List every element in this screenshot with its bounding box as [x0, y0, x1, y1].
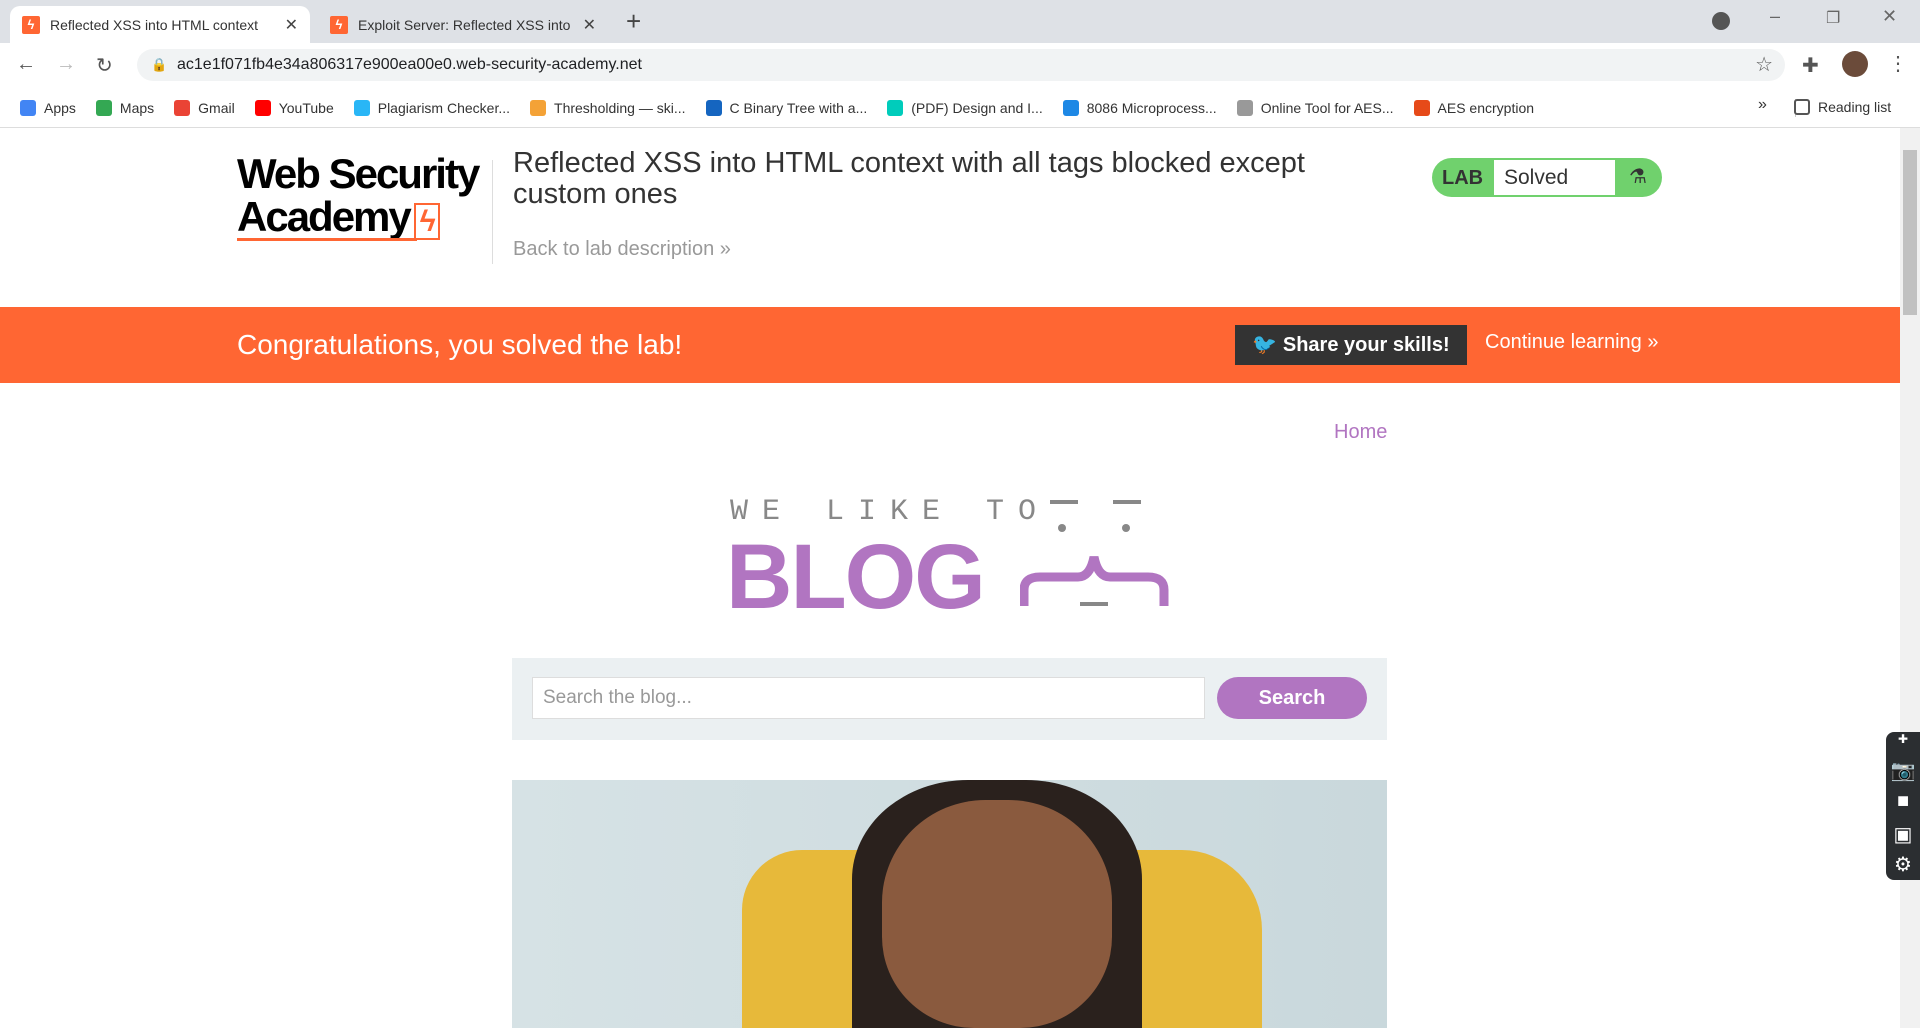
solved-banner: Congratulations, you solved the lab! 🐦 S…	[0, 307, 1900, 383]
bookmark-item[interactable]: Maps	[95, 99, 155, 116]
gear-icon[interactable]: ⚙	[1886, 852, 1920, 880]
tab-lab[interactable]: ϟ Reflected XSS into HTML context ✕	[10, 6, 310, 43]
blog-face-icon	[1020, 500, 1169, 606]
home-link[interactable]: Home	[1334, 421, 1387, 444]
lightning-icon: ϟ	[330, 15, 348, 34]
close-window-button[interactable]: ✕	[1882, 6, 1897, 27]
new-tab-button[interactable]: +	[626, 6, 641, 37]
search-input[interactable]	[532, 677, 1205, 719]
bookmark-item[interactable]: 8086 Microprocess...	[1062, 99, 1217, 116]
back-icon[interactable]: ←	[16, 53, 36, 76]
share-label: Share your skills!	[1282, 334, 1450, 356]
bookmark-item[interactable]: Online Tool for AES...	[1236, 99, 1394, 116]
menu-icon[interactable]: ⋮	[1888, 51, 1908, 76]
forward-icon[interactable]: →	[56, 53, 76, 76]
share-skills-button[interactable]: 🐦 Share your skills!	[1235, 325, 1467, 365]
video-icon[interactable]: ■	[1886, 790, 1920, 822]
back-to-lab-link[interactable]: Back to lab description »	[513, 238, 731, 261]
bookmark-label: 8086 Microprocess...	[1086, 99, 1217, 116]
pin-icon[interactable]: ✚	[1886, 732, 1920, 758]
restore-button[interactable]: ❐	[1826, 8, 1840, 28]
avatar[interactable]	[1842, 51, 1868, 77]
lab-title: Reflected XSS into HTML context with all…	[513, 147, 1305, 210]
bookmark-icon	[705, 99, 722, 116]
bookmark-icon	[353, 99, 370, 116]
continue-learning-link[interactable]: Continue learning »	[1485, 331, 1658, 354]
extensions-icon[interactable]: ✚	[1802, 53, 1819, 78]
header-divider	[492, 160, 493, 264]
more-bookmarks-icon[interactable]: »	[1758, 96, 1767, 114]
search-button[interactable]: Search	[1217, 677, 1367, 719]
bookmark-label: (PDF) Design and I...	[911, 99, 1043, 116]
flask-icon: ⚗	[1629, 166, 1647, 188]
bookmark-label: YouTube	[278, 99, 334, 116]
tab-title: Exploit Server: Reflected XSS into	[358, 16, 571, 33]
address-toolbar: ← → ↻ 🔒 ac1e1f071fb4e34a806317e900ea00e0…	[0, 43, 1920, 88]
bookmark-item[interactable]: Thresholding — ski...	[530, 99, 686, 116]
bookmark-label: Thresholding — ski...	[554, 99, 686, 116]
tab-bar: ϟ Reflected XSS into HTML context ✕ ϟ Ex…	[0, 0, 1920, 43]
reload-icon[interactable]: ↻	[96, 53, 113, 78]
lab-status: Solved	[1494, 160, 1615, 195]
bookmark-label: Gmail	[198, 99, 235, 116]
lock-icon: 🔒	[151, 57, 168, 72]
tab-title: Reflected XSS into HTML context	[50, 16, 259, 33]
bookmark-icon	[254, 99, 271, 116]
profile-dropdown-icon[interactable]	[1712, 12, 1730, 30]
scrollbar-thumb[interactable]	[1903, 150, 1917, 315]
reading-list-label: Reading list	[1818, 99, 1892, 115]
bookmark-label: Maps	[119, 99, 155, 116]
url-text: ac1e1f071fb4e34a806317e900ea00e0.web-sec…	[177, 56, 642, 73]
bookmark-icon	[95, 99, 112, 116]
close-icon[interactable]: ✕	[285, 15, 298, 35]
close-icon[interactable]: ✕	[583, 15, 596, 35]
bookmarks-bar: Apps Maps Gmail YouTube Plagiarism Checker..…	[0, 88, 1920, 128]
bookmark-label: AES encryption	[1437, 99, 1535, 116]
bookmark-label: Apps	[44, 99, 76, 116]
bookmark-icon	[1062, 99, 1079, 116]
bookmark-item[interactable]: C Binary Tree with a...	[705, 99, 868, 116]
lightning-icon: ϟ	[22, 15, 40, 34]
twitter-icon: 🐦	[1252, 334, 1283, 356]
url-bar[interactable]: 🔒 ac1e1f071fb4e34a806317e900ea00e0.web-s…	[137, 49, 1785, 81]
reading-list-icon	[1794, 99, 1810, 115]
minimize-button[interactable]: –	[1770, 6, 1780, 27]
bookmark-icon	[1236, 99, 1253, 116]
bookmark-item[interactable]: Gmail	[174, 99, 235, 116]
bookmark-item[interactable]: Plagiarism Checker...	[353, 99, 511, 116]
star-icon[interactable]: ☆	[1755, 49, 1773, 81]
lab-label: LAB	[1442, 167, 1484, 189]
bookmark-icon	[1413, 99, 1430, 116]
capture-widget: ✚ 📷 ■ ▣ ⚙	[1886, 732, 1920, 880]
tab-exploit-server[interactable]: ϟ Exploit Server: Reflected XSS into ✕	[318, 6, 608, 43]
blog-tagline: WE LIKE TO	[730, 495, 1051, 529]
bookmark-item[interactable]: YouTube	[254, 99, 334, 116]
bookmark-item[interactable]: (PDF) Design and I...	[887, 99, 1043, 116]
bookmark-item[interactable]: AES encryption	[1413, 99, 1535, 116]
congrats-message: Congratulations, you solved the lab!	[237, 329, 683, 360]
bookmark-icon	[887, 99, 904, 116]
bookmark-icon	[530, 99, 547, 116]
blog-logo: BLOG	[726, 526, 986, 628]
face-shape	[882, 800, 1112, 1028]
gallery-icon[interactable]: ▣	[1886, 822, 1920, 852]
blog-post-image[interactable]	[512, 780, 1387, 1028]
academy-logo[interactable]: Web Security Academy ϟ	[237, 152, 480, 243]
bookmark-icon	[20, 99, 36, 116]
bookmark-label: C Binary Tree with a...	[729, 99, 868, 116]
bookmark-item[interactable]: Apps	[20, 99, 76, 116]
camera-icon[interactable]: 📷	[1886, 758, 1920, 790]
search-panel: Search	[512, 658, 1387, 740]
logo-underline	[237, 238, 417, 241]
lab-status-badge: LAB Solved ⚗	[1432, 158, 1662, 197]
bookmark-icon	[174, 99, 191, 116]
bookmark-label: Online Tool for AES...	[1260, 99, 1394, 116]
bookmark-label: Plagiarism Checker...	[377, 99, 511, 116]
reading-list[interactable]: Reading list	[1794, 99, 1891, 115]
